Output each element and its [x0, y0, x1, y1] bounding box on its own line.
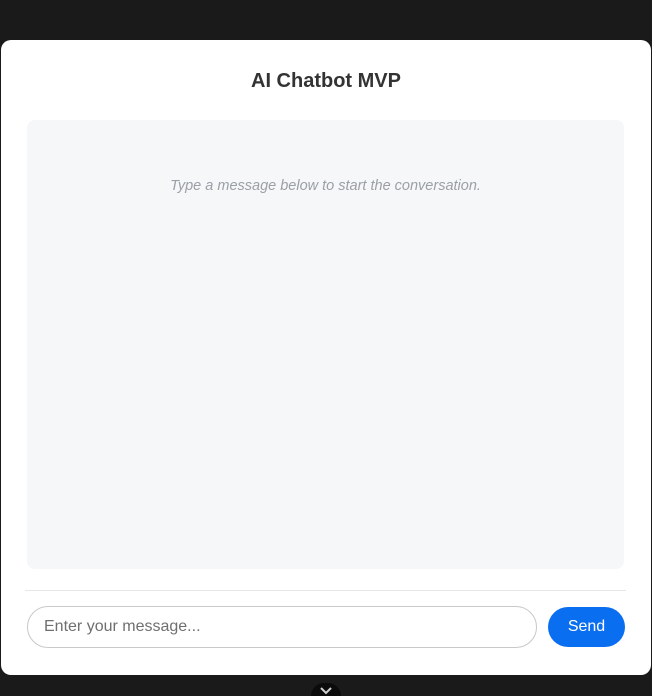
chat-window: AI Chatbot MVP Type a message below to s… [1, 40, 651, 675]
divider [25, 590, 626, 591]
send-button[interactable]: Send [548, 607, 625, 647]
page-title: AI Chatbot MVP [251, 70, 401, 92]
chevron-down-icon [320, 687, 332, 695]
message-input[interactable] [27, 606, 537, 648]
bottom-handle[interactable] [311, 683, 341, 696]
empty-state-message: Type a message below to start the conver… [170, 178, 481, 194]
messages-area[interactable]: Type a message below to start the conver… [27, 120, 624, 569]
page: AI Chatbot MVP Type a message below to s… [0, 0, 652, 696]
